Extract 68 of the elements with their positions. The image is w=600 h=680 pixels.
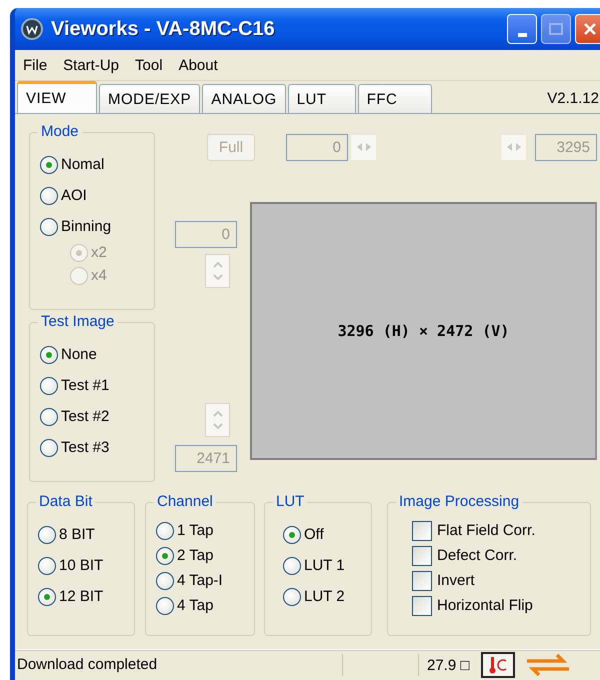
close-icon: [583, 22, 597, 36]
menu-item[interactable]: About: [178, 54, 218, 76]
radio-button[interactable]: [156, 522, 174, 540]
radio-button[interactable]: [283, 588, 301, 606]
thermometer-icon: [487, 655, 510, 675]
version-label: V2.1.12: [547, 90, 599, 109]
radio-button[interactable]: [156, 572, 174, 590]
radio-option[interactable]: 4 Tap-I: [156, 569, 250, 592]
app-icon: [21, 18, 43, 40]
tab[interactable]: LUT: [288, 84, 356, 113]
radio-option[interactable]: 12 BIT: [38, 585, 130, 608]
window-title: Vieworks - VA-8MC-C16: [51, 18, 275, 40]
checkbox-option[interactable]: Horizontal Flip: [412, 594, 586, 617]
radio-button[interactable]: [40, 186, 58, 204]
checkbox[interactable]: [412, 520, 432, 540]
radio-option[interactable]: 1 Tap: [156, 519, 250, 542]
radio-option[interactable]: LUT 2: [283, 585, 367, 608]
group-title: Test Image: [38, 313, 118, 332]
tab[interactable]: FFC: [358, 84, 432, 113]
checkbox[interactable]: [412, 546, 432, 566]
radio-option[interactable]: Nomal: [40, 153, 150, 176]
left-right-arrow-icon: [506, 142, 522, 152]
radio-button[interactable]: [40, 346, 58, 364]
maximize-icon: [549, 23, 563, 35]
group-title: Image Processing: [396, 493, 522, 511]
radio-option[interactable]: 8 BIT: [38, 523, 130, 546]
image-size-label: 3296 (H) × 2472 (V): [338, 322, 510, 340]
radio-button[interactable]: [38, 588, 56, 606]
radio-button[interactable]: [283, 526, 301, 544]
radio-button[interactable]: [40, 376, 58, 395]
radio-button[interactable]: [38, 556, 56, 574]
menu-item[interactable]: File: [23, 54, 48, 76]
radio-button[interactable]: [156, 546, 174, 564]
checkbox[interactable]: [412, 570, 432, 590]
radio-option[interactable]: None: [40, 343, 150, 366]
left-right-arrow-icon: [356, 142, 372, 152]
tab[interactable]: VIEW: [17, 81, 97, 113]
tab[interactable]: MODE/EXP: [99, 84, 200, 113]
close-button[interactable]: [575, 14, 600, 44]
radio-option[interactable]: Test #2: [40, 405, 150, 428]
radio-button[interactable]: [283, 556, 301, 574]
checkbox-option[interactable]: Flat Field Corr.: [412, 519, 586, 542]
minimize-button[interactable]: [507, 14, 537, 44]
thermometer-button[interactable]: [481, 652, 516, 678]
radio-option[interactable]: LUT 1: [283, 554, 367, 577]
checkbox-option[interactable]: Defect Corr.: [412, 544, 586, 567]
radio-button[interactable]: [40, 408, 58, 426]
temperature-reading: 27.9 □: [426, 656, 470, 674]
radio-option[interactable]: Test #1: [40, 374, 150, 398]
radio-button[interactable]: [38, 526, 56, 544]
minimize-icon: [518, 33, 526, 37]
menu-item[interactable]: Start-Up: [63, 54, 120, 76]
radio-button[interactable]: [40, 438, 58, 457]
checkbox-option[interactable]: Invert: [412, 569, 586, 592]
radio-option[interactable]: 2 Tap: [156, 544, 250, 567]
radio-button[interactable]: [40, 218, 58, 236]
radio-option[interactable]: Binning: [40, 215, 150, 238]
status-message: Download completed: [15, 654, 343, 676]
radio-option[interactable]: Off: [283, 523, 367, 546]
tab[interactable]: ANALOG: [202, 84, 286, 113]
radio-option[interactable]: AOI: [40, 184, 150, 207]
menu-item[interactable]: Tool: [135, 54, 163, 76]
radio-option[interactable]: 4 Tap: [156, 594, 250, 617]
checkbox[interactable]: [412, 596, 432, 616]
radio-option[interactable]: Test #3: [40, 436, 150, 460]
radio-button[interactable]: [40, 156, 58, 174]
radio-button[interactable]: [156, 596, 174, 614]
radio-option[interactable]: 10 BIT: [38, 554, 130, 577]
